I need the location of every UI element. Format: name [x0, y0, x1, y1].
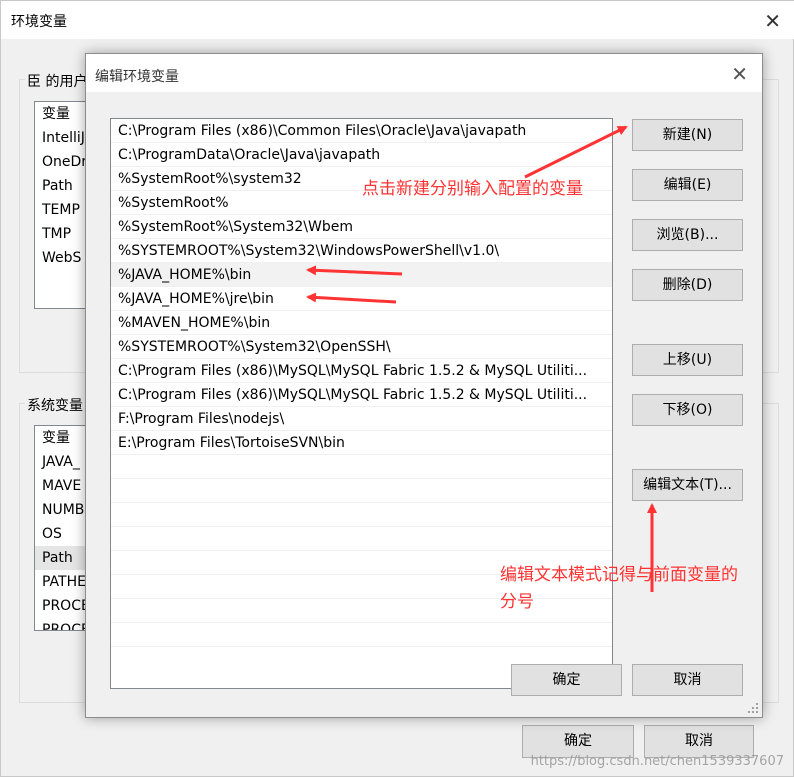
annotation-edit-text-hint-line1: 编辑文本模式记得与前面变量的 — [500, 565, 738, 585]
edit-environment-variable-dialog: 编辑环境变量 ✕ C:\Program Files (x86)\Common F… — [85, 53, 763, 718]
list-item[interactable]: %JAVA_HOME%\jre\bin — [111, 287, 612, 311]
dialog-title: 编辑环境变量 — [95, 69, 179, 85]
list-item[interactable]: F:\Program Files\nodejs\ — [111, 407, 612, 431]
new-button[interactable]: 新建(N) — [632, 119, 743, 151]
list-item[interactable]: %MAVEN_HOME%\bin — [111, 311, 612, 335]
list-item[interactable]: C:\Program Files (x86)\Common Files\Orac… — [111, 119, 612, 143]
user-variables-label: 臣 的用户 — [25, 71, 90, 91]
list-item[interactable]: E:\Program Files\TortoiseSVN\bin — [111, 431, 612, 455]
empty-row[interactable] — [111, 599, 612, 623]
annotation-new-hint: 点击新建分别输入配置的变量 — [362, 179, 583, 199]
empty-row[interactable] — [111, 503, 612, 527]
dialog-cancel-button[interactable]: 取消 — [632, 664, 743, 696]
close-icon[interactable]: ✕ — [731, 62, 748, 86]
path-list[interactable]: C:\Program Files (x86)\Common Files\Orac… — [110, 118, 613, 689]
system-variables-label: 系统变量 — [25, 395, 85, 415]
edit-button[interactable]: 编辑(E) — [632, 169, 743, 201]
empty-row[interactable] — [111, 455, 612, 479]
window-titlebar: 环境变量 ✕ — [1, 1, 794, 39]
window-title: 环境变量 — [11, 14, 67, 30]
list-item[interactable]: C:\ProgramData\Oracle\Java\javapath — [111, 143, 612, 167]
move-down-button[interactable]: 下移(O) — [632, 394, 743, 426]
delete-button[interactable]: 删除(D) — [632, 269, 743, 301]
list-item[interactable]: %SystemRoot%\System32\Wbem — [111, 215, 612, 239]
list-item[interactable]: C:\Program Files (x86)\MySQL\MySQL Fabri… — [111, 383, 612, 407]
dialog-titlebar: 编辑环境变量 ✕ — [86, 54, 762, 92]
empty-row[interactable] — [111, 623, 612, 647]
list-item[interactable]: C:\Program Files (x86)\MySQL\MySQL Fabri… — [111, 359, 612, 383]
list-item[interactable]: %SYSTEMROOT%\System32\OpenSSH\ — [111, 335, 612, 359]
resize-grip-icon[interactable] — [747, 702, 759, 714]
list-item[interactable]: %JAVA_HOME%\bin — [111, 263, 612, 287]
watermark: https://blog.csdn.net/chen1539337607 — [530, 754, 784, 769]
empty-row[interactable] — [111, 527, 612, 551]
dialog-ok-button[interactable]: 确定 — [511, 664, 622, 696]
annotation-edit-text-hint-line2: 分号 — [500, 592, 534, 612]
empty-row[interactable] — [111, 479, 612, 503]
list-item[interactable]: %SYSTEMROOT%\System32\WindowsPowerShell\… — [111, 239, 612, 263]
edit-text-button[interactable]: 编辑文本(T)... — [632, 469, 743, 501]
move-up-button[interactable]: 上移(U) — [632, 344, 743, 376]
close-icon[interactable]: ✕ — [764, 9, 781, 33]
browse-button[interactable]: 浏览(B)... — [632, 219, 743, 251]
